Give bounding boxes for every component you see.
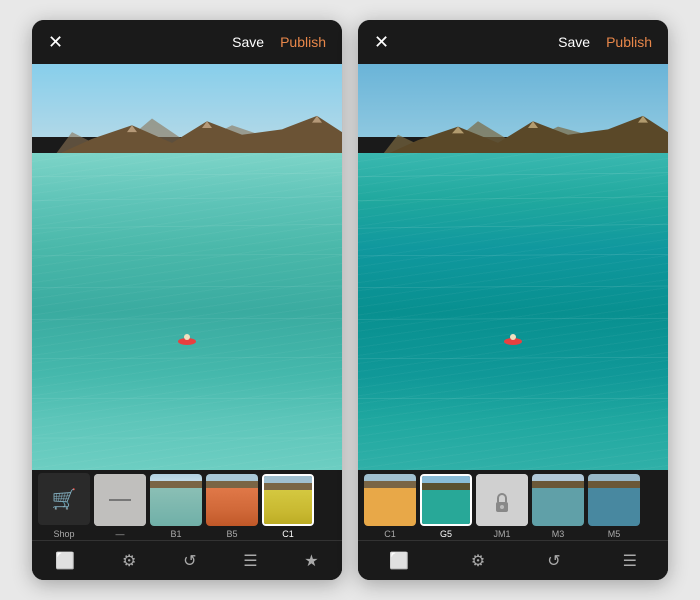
right-save-button[interactable]: Save bbox=[558, 34, 590, 50]
shop-button[interactable]: 🛒 Shop bbox=[38, 473, 90, 539]
right-kayak bbox=[504, 338, 522, 348]
filter-dash-label: — bbox=[116, 529, 125, 539]
right-close-button[interactable]: ✕ bbox=[374, 32, 389, 53]
right-publish-button[interactable]: Publish bbox=[606, 34, 652, 50]
filter-c1-right[interactable]: C1 bbox=[364, 474, 416, 539]
filter-c1-left[interactable]: C1 bbox=[262, 474, 314, 539]
left-top-bar: ✕ Save Publish bbox=[32, 20, 342, 64]
filter-m5[interactable]: M5 bbox=[588, 474, 640, 539]
right-menu-icon[interactable]: ☰ bbox=[615, 543, 645, 579]
left-menu-icon[interactable]: ☰ bbox=[235, 543, 265, 579]
filter-b1[interactable]: B1 bbox=[150, 474, 202, 539]
left-frame-icon[interactable]: ⬜ bbox=[47, 543, 83, 579]
shop-icon: 🛒 bbox=[38, 473, 90, 525]
left-filter-bar: 🛒 Shop — bbox=[32, 470, 342, 580]
shop-label: Shop bbox=[53, 529, 74, 539]
right-water bbox=[358, 153, 668, 470]
right-revert-icon[interactable]: ↺ bbox=[539, 543, 568, 579]
filter-m3[interactable]: M3 bbox=[532, 474, 584, 539]
filter-dash[interactable]: — bbox=[94, 474, 146, 539]
filter-m5-label: M5 bbox=[608, 529, 621, 539]
left-close-button[interactable]: ✕ bbox=[48, 32, 63, 53]
left-save-button[interactable]: Save bbox=[232, 34, 264, 50]
right-top-bar: ✕ Save Publish bbox=[358, 20, 668, 64]
right-filter-thumbnails: C1 G5 bbox=[358, 470, 668, 540]
filter-m3-label: M3 bbox=[552, 529, 565, 539]
left-publish-button[interactable]: Publish bbox=[280, 34, 326, 50]
left-revert-icon[interactable]: ↺ bbox=[175, 543, 204, 579]
filter-c1-right-label: C1 bbox=[384, 529, 396, 539]
right-bottom-toolbar: ⬜ ⚙ ↺ ☰ bbox=[358, 540, 668, 580]
filter-g5-label: G5 bbox=[440, 529, 452, 539]
right-panel: ✕ Save Publish bbox=[358, 20, 668, 580]
left-panel: ✕ Save Publish bbox=[32, 20, 342, 580]
left-photo-area bbox=[32, 64, 342, 470]
right-frame-icon[interactable]: ⬜ bbox=[381, 543, 417, 579]
left-bottom-toolbar: ⬜ ⚙ ↺ ☰ ★ bbox=[32, 540, 342, 580]
left-star-icon[interactable]: ★ bbox=[296, 543, 326, 579]
kayak bbox=[178, 338, 196, 348]
right-photo-area bbox=[358, 64, 668, 470]
right-filter-bar: C1 G5 bbox=[358, 470, 668, 580]
filter-jm1-label: JM1 bbox=[493, 529, 510, 539]
right-adjust-icon[interactable]: ⚙ bbox=[463, 543, 493, 579]
water bbox=[32, 153, 342, 470]
filter-b1-label: B1 bbox=[170, 529, 181, 539]
filter-b5-label: B5 bbox=[226, 529, 237, 539]
filter-b5[interactable]: B5 bbox=[206, 474, 258, 539]
filter-g5[interactable]: G5 bbox=[420, 474, 472, 539]
left-filter-thumbnails: 🛒 Shop — bbox=[32, 470, 342, 540]
left-adjust-icon[interactable]: ⚙ bbox=[114, 543, 144, 579]
filter-jm1[interactable]: JM1 bbox=[476, 474, 528, 539]
filter-c1-left-label: C1 bbox=[282, 529, 294, 539]
